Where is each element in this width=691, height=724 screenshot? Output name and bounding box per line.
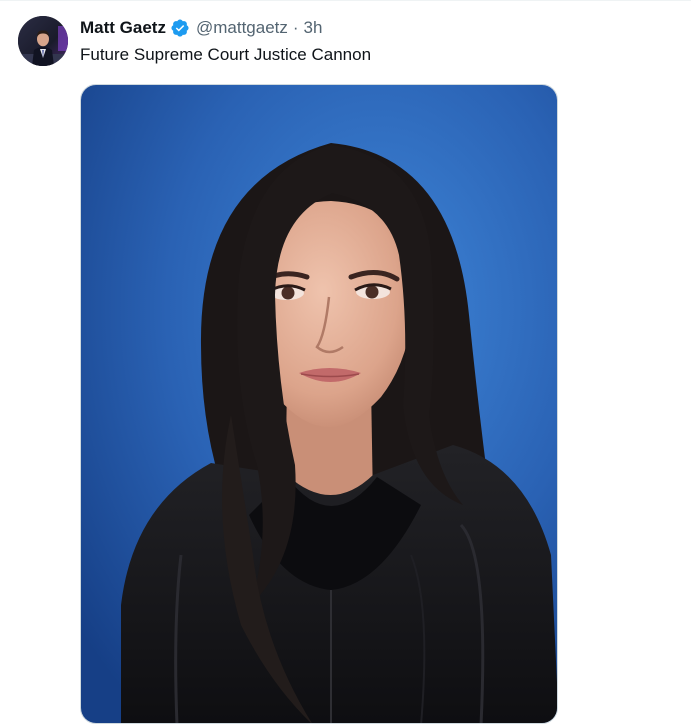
- tweet-photo[interactable]: [80, 84, 558, 724]
- divider: [0, 0, 691, 1]
- tweet: Matt Gaetz @mattgaetz · 3h Future Suprem…: [0, 0, 691, 724]
- verified-badge-icon: [170, 18, 190, 38]
- tweet-text: Future Supreme Court Justice Cannon: [80, 45, 372, 64]
- avatar[interactable]: [18, 16, 68, 66]
- timestamp[interactable]: 3h: [304, 18, 323, 38]
- author-name[interactable]: Matt Gaetz: [80, 18, 166, 38]
- separator-dot: ·: [292, 18, 299, 37]
- author-handle[interactable]: @mattgaetz: [196, 18, 288, 38]
- tweet-header: Matt Gaetz @mattgaetz · 3h: [80, 16, 322, 40]
